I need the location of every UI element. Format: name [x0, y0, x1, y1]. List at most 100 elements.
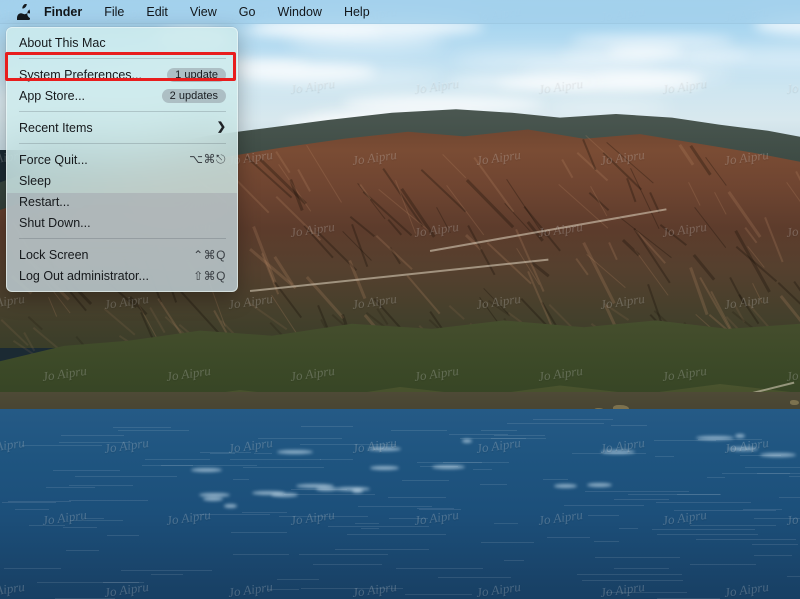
wave-line	[74, 476, 178, 478]
menubar-item-window[interactable]: Window	[266, 0, 332, 24]
wave-line	[118, 430, 189, 432]
wave-line	[593, 540, 620, 542]
wave-line	[695, 539, 797, 541]
surf-foam	[203, 496, 223, 501]
update-badge: 1 update	[167, 67, 226, 82]
wave-line	[266, 589, 299, 591]
wave-line	[585, 490, 690, 492]
desktop-screen: Jo AipruJo AipruJo AipruJo AipruJo Aipru…	[0, 0, 800, 599]
wave-line	[494, 435, 545, 437]
menu-item-restart[interactable]: Restart...	[7, 191, 237, 212]
wave-line	[121, 569, 212, 571]
wave-line	[744, 466, 800, 468]
wave-line	[546, 537, 590, 539]
apple-menu-dropdown[interactable]: About This Mac System Preferences... 1 upd…	[6, 27, 238, 292]
wave-line	[595, 557, 680, 559]
menu-item-label: App Store...	[19, 88, 86, 103]
wave-line	[689, 525, 777, 527]
menu-item-shut-down[interactable]: Shut Down...	[7, 212, 237, 233]
menu-item-label: Lock Screen	[19, 247, 89, 262]
menu-item-app-store[interactable]: App Store... 2 updates	[7, 85, 237, 106]
wave-line	[70, 520, 123, 522]
wave-line	[320, 459, 353, 461]
wave-line	[233, 553, 289, 555]
wave-line	[627, 493, 721, 495]
wave-line	[654, 456, 674, 458]
menubar-item-help[interactable]: Help	[333, 0, 381, 24]
menu-item-log-out-administrator[interactable]: Log Out administrator... ⇧⌘Q	[7, 265, 237, 286]
wave-line	[300, 426, 353, 428]
wave-line	[327, 526, 429, 528]
wave-line	[563, 505, 645, 507]
menu-item-label: Restart...	[19, 194, 70, 209]
menu-item-system-preferences[interactable]: System Preferences... 1 update	[7, 64, 237, 85]
menu-item-label: Log Out administrator...	[19, 268, 149, 283]
wave-line	[437, 577, 512, 579]
wave-line	[706, 477, 726, 479]
menu-item-sleep[interactable]: Sleep	[7, 170, 237, 191]
update-badge: 2 updates	[161, 88, 226, 103]
menu-item-lock-screen[interactable]: Lock Screen ⌃⌘Q	[7, 244, 237, 265]
wave-line	[391, 429, 447, 431]
wave-line	[230, 531, 288, 533]
wave-line	[419, 509, 462, 511]
wave-line	[299, 553, 389, 555]
wave-line	[396, 568, 484, 570]
menu-item-label: Force Quit...	[19, 152, 88, 167]
wave-line	[754, 518, 800, 520]
wave-line	[587, 515, 620, 517]
surf-foam	[735, 433, 746, 438]
surf-foam	[586, 482, 613, 487]
wave-line	[480, 429, 517, 431]
wave-line	[106, 534, 140, 536]
menu-separator	[19, 58, 226, 59]
wave-line	[66, 550, 99, 552]
menubar-item-edit[interactable]: Edit	[135, 0, 179, 24]
wave-line	[543, 479, 568, 481]
wave-line	[22, 445, 102, 447]
menu-item-label: System Preferences...	[19, 67, 142, 82]
menu-bar[interactable]: Finder File Edit View Go Window Help	[0, 0, 800, 24]
surf-foam	[223, 503, 237, 508]
wave-line	[254, 453, 272, 455]
wave-line	[14, 509, 50, 511]
menubar-item-file[interactable]: File	[93, 0, 135, 24]
menu-item-about-this-mac[interactable]: About This Mac	[7, 32, 237, 53]
wave-line	[150, 574, 184, 576]
menubar-item-finder[interactable]: Finder	[44, 0, 93, 24]
menu-item-recent-items[interactable]: Recent Items ❯	[7, 117, 237, 138]
cloud	[446, 77, 602, 87]
wave-line	[8, 500, 71, 502]
wave-line	[233, 478, 250, 480]
wave-line	[243, 467, 324, 469]
menubar-item-view[interactable]: View	[179, 0, 228, 24]
wave-line	[277, 579, 319, 581]
wave-line	[145, 459, 211, 461]
wave-line	[404, 594, 472, 596]
menubar-item-go[interactable]: Go	[228, 0, 267, 24]
surf-foam	[461, 438, 472, 443]
wave-line	[387, 497, 446, 499]
menu-item-label: About This Mac	[19, 35, 106, 50]
wave-line	[653, 440, 717, 442]
menu-item-force-quit[interactable]: Force Quit... ⌥⌘⎋	[7, 149, 237, 170]
wave-line	[142, 465, 194, 467]
wave-line	[605, 591, 687, 593]
menu-item-label: Recent Items	[19, 120, 93, 135]
cloud	[341, 94, 546, 113]
wave-line	[4, 568, 62, 570]
wave-line	[389, 517, 428, 519]
wave-line	[674, 510, 776, 512]
menu-separator	[19, 111, 226, 112]
wave-line	[358, 506, 433, 508]
apple-logo-icon[interactable]	[16, 4, 30, 21]
wave-line	[618, 527, 638, 529]
wave-line	[754, 555, 793, 557]
wave-line	[751, 543, 798, 545]
wave-line	[60, 434, 125, 436]
wave-line	[494, 523, 519, 525]
wave-line	[532, 419, 613, 421]
wave-line	[53, 469, 121, 471]
wave-line	[610, 424, 648, 426]
wave-line	[577, 573, 683, 575]
